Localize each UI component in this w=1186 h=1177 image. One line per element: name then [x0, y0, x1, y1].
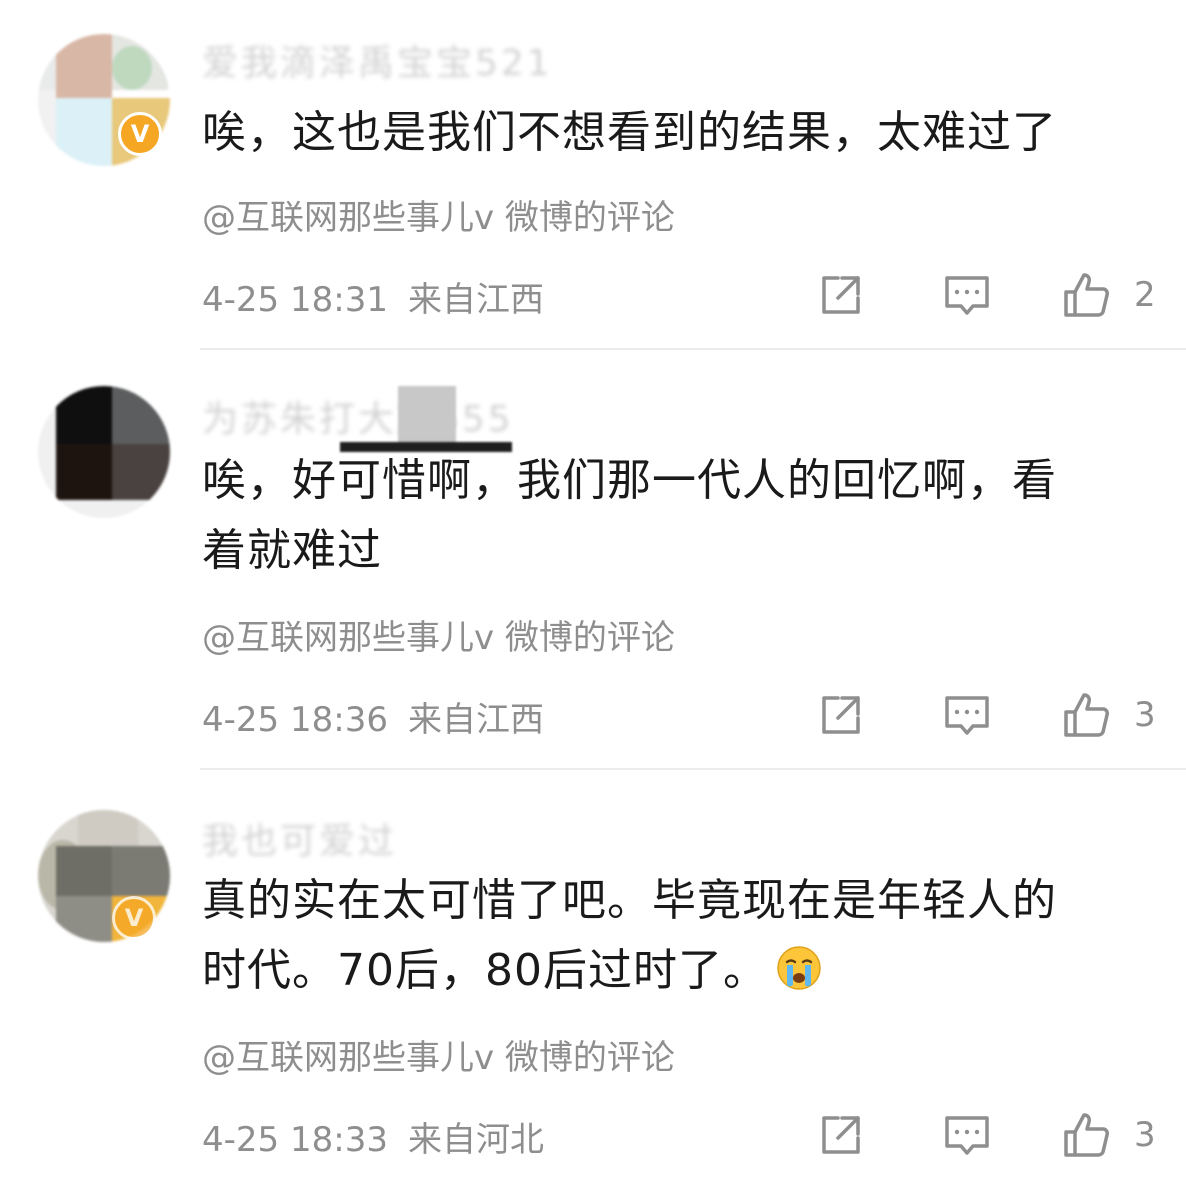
reply-button[interactable] [942, 688, 992, 742]
like-count: 2 [1134, 275, 1156, 315]
comment-icon [945, 1116, 989, 1155]
divider [200, 348, 1186, 350]
comment-meta: 4-25 18:33 来自河北 [202, 1112, 544, 1161]
comment-icon [945, 276, 989, 315]
comment-list: V 爱我滴泽禹宝宝521 唉，这也是我们不想看到的结果，太难过了 @互联网那些事… [0, 0, 1186, 1177]
comment-text-line: 着就难过 [202, 525, 382, 576]
comment-icon [945, 696, 989, 735]
comment-time: 4-25 18:33 [202, 1120, 388, 1160]
thumbs-up-icon [1064, 693, 1109, 737]
like-button[interactable]: 2 [1062, 268, 1156, 322]
comment-source[interactable]: @互联网那些事儿v 微博的评论 [202, 190, 675, 239]
comment-username[interactable]: 我也可爱过 [202, 812, 397, 864]
reply-button[interactable] [942, 268, 992, 322]
comment-time: 4-25 18:31 [202, 280, 388, 320]
like-count: 3 [1134, 1115, 1156, 1155]
reply-button[interactable] [942, 1108, 992, 1162]
comment-text: 真的实在太可惜了吧。毕竟现在是年轻人的 时代。70后，80后过时了。 [202, 866, 1162, 1006]
share-icon [822, 1116, 860, 1154]
comment-source[interactable]: @互联网那些事儿v 微博的评论 [202, 1030, 675, 1079]
avatar[interactable] [38, 386, 170, 518]
comment-meta: 4-25 18:31 来自江西 [202, 272, 544, 321]
comment-text: 唉，这也是我们不想看到的结果，太难过了 [202, 98, 1162, 168]
comment-time: 4-25 18:36 [202, 700, 388, 740]
comment-text-line: 唉，好可惜啊，我们那一代人的回忆啊，看 [202, 455, 1057, 506]
comment-actions: 3 [816, 688, 1176, 742]
divider [200, 768, 1186, 770]
redaction-mark [398, 386, 456, 446]
comment-text-line: 真的实在太可惜了吧。毕竟现在是年轻人的 [202, 875, 1057, 926]
verified-badge-icon: V [118, 112, 162, 156]
comment-location: 来自江西 [407, 700, 544, 740]
comment-text-segment: 时代。70后，80后过时了。 [202, 945, 768, 996]
comment-item: V 爱我滴泽禹宝宝521 唉，这也是我们不想看到的结果，太难过了 @互联网那些事… [0, 0, 1186, 420]
thumbs-up-icon [1064, 1113, 1109, 1157]
thumbs-up-icon [1064, 273, 1109, 317]
comment-location: 来自江西 [407, 280, 544, 320]
comment-text-line: 唉，这也是我们不想看到的结果，太难过了 [202, 107, 1057, 158]
like-button[interactable]: 3 [1062, 688, 1156, 742]
comment-source[interactable]: @互联网那些事儿v 微博的评论 [202, 610, 675, 659]
comment-text: 唉，好可惜啊，我们那一代人的回忆啊，看 着就难过 [202, 446, 1162, 586]
share-button[interactable] [816, 268, 866, 322]
like-button[interactable]: 3 [1062, 1108, 1156, 1162]
comment-actions: 2 [816, 268, 1176, 322]
crying-face-icon [777, 946, 821, 990]
share-button[interactable] [816, 1108, 866, 1162]
comment-location: 来自河北 [407, 1120, 544, 1160]
comment-item: 为苏朱打大旗555 唉，好可惜啊，我们那一代人的回忆啊，看 着就难过 @互联网那… [0, 386, 1186, 806]
comment-username[interactable]: 爱我滴泽禹宝宝521 [202, 34, 553, 86]
comment-text-line: 时代。70后，80后过时了。 [202, 936, 1162, 1006]
share-button[interactable] [816, 688, 866, 742]
comment-username[interactable]: 为苏朱打大旗555 [202, 390, 514, 442]
comment-meta: 4-25 18:36 来自江西 [202, 692, 544, 741]
like-count: 3 [1134, 695, 1156, 735]
share-icon [822, 696, 860, 734]
verified-badge-icon: V [112, 896, 156, 940]
comment-actions: 3 [816, 1108, 1176, 1162]
comment-item: V 我也可爱过 真的实在太可惜了吧。毕竟现在是年轻人的 时代。70后，80后过时… [0, 806, 1186, 1177]
share-icon [822, 276, 860, 314]
